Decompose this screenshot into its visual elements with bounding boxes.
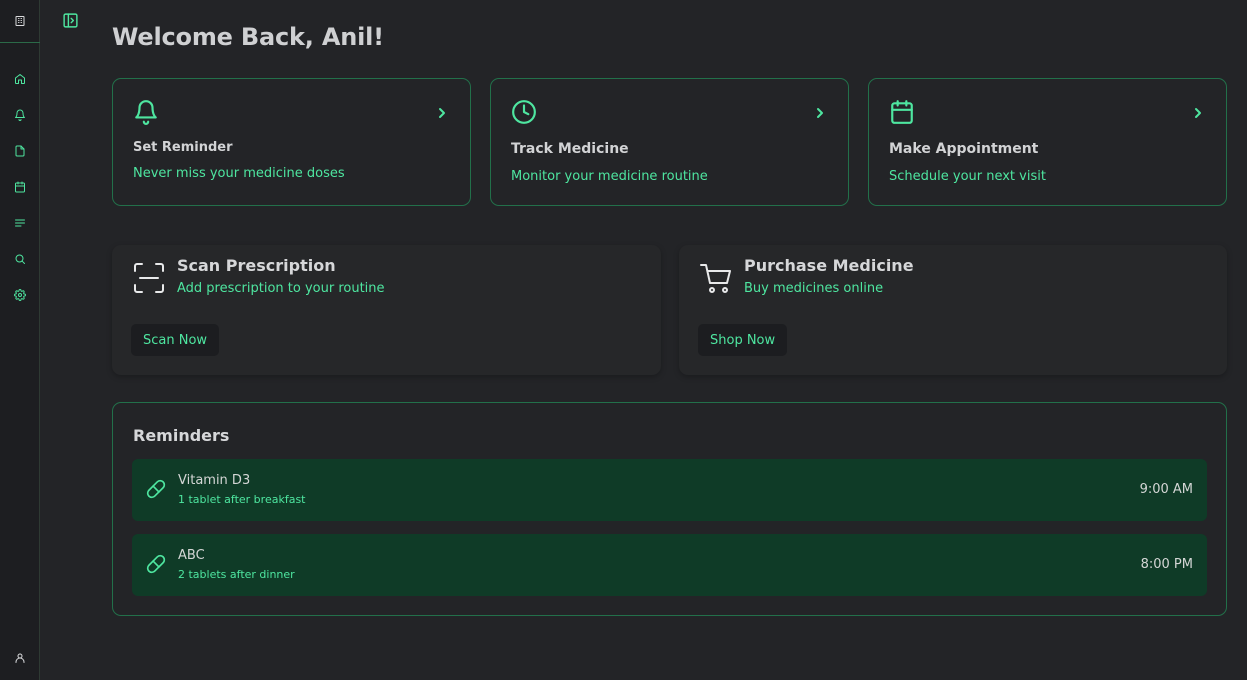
set-reminder-card[interactable]: Set Reminder Never miss your medicine do… (112, 78, 471, 206)
file-icon (15, 145, 25, 157)
reminders-title: Reminders (133, 426, 230, 445)
reminder-name: Vitamin D3 (178, 473, 251, 488)
card-title: Scan Prescription (177, 256, 336, 275)
card-title: Set Reminder (133, 140, 233, 155)
reminder-item[interactable]: Vitamin D3 1 tablet after breakfast 9:00… (132, 459, 1207, 521)
building-icon (15, 16, 25, 26)
card-title: Purchase Medicine (744, 256, 914, 275)
reminder-time: 9:00 AM (1139, 482, 1193, 497)
purchase-medicine-card: Purchase Medicine Buy medicines online S… (679, 245, 1227, 375)
chevron-right-icon (814, 105, 826, 119)
search-icon (15, 254, 25, 264)
sidebar-item-reminders[interactable] (13, 108, 27, 122)
page-title: Welcome Back, Anil! (112, 23, 384, 51)
bell-icon (133, 99, 159, 125)
user-icon (15, 653, 25, 663)
sidebar-item-calendar[interactable] (13, 180, 27, 194)
settings-icon (14, 289, 26, 301)
sidebar-toggle-button[interactable] (60, 10, 80, 30)
card-subtitle: Never miss your medicine doses (133, 166, 345, 181)
sidebar (0, 0, 40, 680)
reminder-time: 8:00 PM (1140, 557, 1193, 572)
sidebar-item-list[interactable] (13, 216, 27, 230)
scan-now-button[interactable]: Scan Now (131, 324, 220, 356)
clock-icon (511, 99, 537, 125)
list-icon (15, 219, 25, 227)
card-title: Make Appointment (889, 141, 1039, 157)
card-subtitle: Add prescription to your routine (177, 281, 385, 296)
reminder-dose: 2 tablets after dinner (178, 568, 295, 581)
sidebar-item-home[interactable] (13, 72, 27, 86)
make-appointment-card[interactable]: Make Appointment Schedule your next visi… (868, 78, 1227, 206)
sidebar-item-documents[interactable] (13, 144, 27, 158)
sidebar-item-settings[interactable] (13, 288, 27, 302)
pill-icon (146, 554, 166, 574)
chevron-right-icon (436, 105, 448, 119)
track-medicine-card[interactable]: Track Medicine Monitor your medicine rou… (490, 78, 849, 206)
calendar-icon (889, 99, 915, 125)
scan-prescription-card: Scan Prescription Add prescription to yo… (112, 245, 661, 375)
card-subtitle: Buy medicines online (744, 281, 884, 296)
card-subtitle: Schedule your next visit (889, 169, 1046, 184)
cart-icon (699, 261, 733, 295)
panel-toggle-icon (62, 12, 78, 28)
reminders-panel: Reminders Vitamin D3 1 tablet after brea… (112, 402, 1227, 616)
sidebar-item-profile[interactable] (13, 651, 27, 665)
calendar-icon (15, 181, 25, 193)
sidebar-item-search[interactable] (13, 252, 27, 266)
scan-icon (132, 261, 166, 295)
home-icon (15, 74, 25, 84)
card-subtitle: Monitor your medicine routine (511, 169, 708, 184)
bell-icon (15, 109, 25, 121)
logo[interactable] (0, 0, 40, 43)
pill-icon (146, 479, 166, 499)
reminder-item[interactable]: ABC 2 tablets after dinner 8:00 PM (132, 534, 1207, 596)
reminder-name: ABC (178, 548, 205, 563)
chevron-right-icon (1192, 105, 1204, 119)
shop-now-button[interactable]: Shop Now (698, 324, 788, 356)
card-title: Track Medicine (511, 141, 629, 157)
reminder-dose: 1 tablet after breakfast (178, 493, 306, 506)
